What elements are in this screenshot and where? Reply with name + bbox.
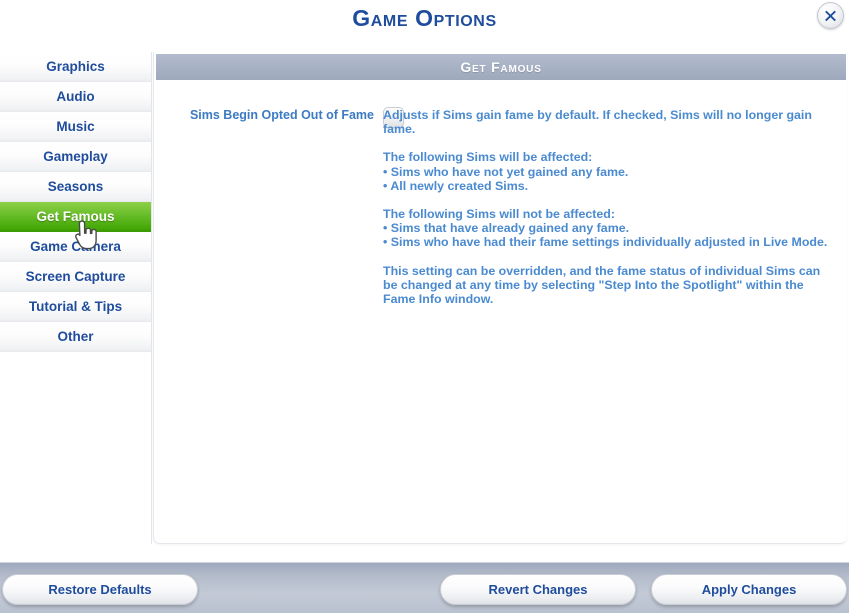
sidebar-item-label: Graphics [46,59,105,74]
affected-heading: The following Sims will be affected: [383,150,593,165]
sidebar-item-label: Tutorial & Tips [28,299,123,314]
sidebar-item-label: Gameplay [43,149,108,164]
content-panel: Get Famous Sims Begin Opted Out of Fame … [153,52,847,544]
sidebar-item-label: Screen Capture [25,269,126,284]
apply-changes-button[interactable]: Apply Changes [651,574,847,605]
sidebar-item-tutorial-tips[interactable]: Tutorial & Tips [0,292,151,322]
revert-changes-button[interactable]: Revert Changes [440,574,636,605]
sidebar-item-label: Audio [56,89,95,104]
dialog-footer: Restore Defaults Revert Changes Apply Ch… [0,562,849,613]
description-intro: Adjusts if Sims gain fame by default. If… [383,108,812,137]
setting-label: Sims Begin Opted Out of Fame [189,108,374,122]
sidebar-item-label: Other [57,329,94,344]
setting-description: Adjusts if Sims gain fame by default. If… [383,108,828,306]
sidebar-item-game-camera[interactable]: Game Camera [0,232,151,262]
sidebar-item-music[interactable]: Music [0,112,151,142]
sidebar-item-gameplay[interactable]: Gameplay [0,142,151,172]
close-x-icon [823,8,838,23]
close-button[interactable] [817,2,844,29]
dialog-title-bar: Game Options [0,0,849,42]
panel-header: Get Famous [156,54,846,80]
sidebar-empty-area [0,352,151,544]
override-note: This setting can be overridden, and the … [383,263,821,307]
page-title: Game Options [352,5,497,31]
sidebar-item-audio[interactable]: Audio [0,82,151,112]
restore-defaults-button[interactable]: Restore Defaults [2,574,198,605]
affected-item: • All newly created Sims. [383,178,529,193]
sidebar-item-get-famous[interactable]: Get Famous [0,202,151,232]
not-affected-item: • Sims who have had their fame settings … [383,235,828,250]
not-affected-item: • Sims that have already gained any fame… [383,221,630,236]
sidebar-item-screen-capture[interactable]: Screen Capture [0,262,151,292]
sidebar-item-label: Get Famous [36,209,115,224]
not-affected-heading: The following Sims will not be affected: [383,207,615,222]
sidebar-item-seasons[interactable]: Seasons [0,172,151,202]
sidebar-item-other[interactable]: Other [0,322,151,352]
sidebar-item-graphics[interactable]: Graphics [0,52,151,82]
sidebar-item-label: Music [56,119,95,134]
sidebar-nav: Graphics Audio Music Gameplay Seasons Ge… [0,52,152,544]
game-options-dialog: Game Options Graphics Audio Music Gamepl… [0,0,849,613]
affected-item: • Sims who have not yet gained any fame. [383,164,629,179]
sidebar-item-label: Seasons [47,179,104,194]
sidebar-item-label: Game Camera [30,239,121,254]
